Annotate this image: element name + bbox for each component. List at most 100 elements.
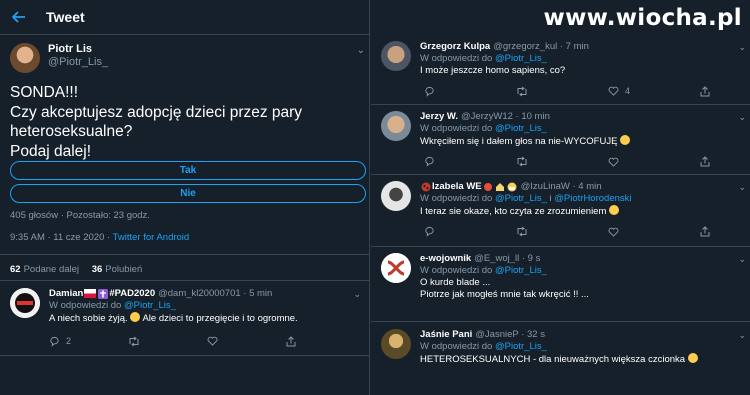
reply-action[interactable]	[424, 156, 516, 167]
reply-text-part: A niech sobie żyją.	[49, 313, 128, 324]
divider	[371, 174, 750, 175]
likes-stat[interactable]: 36 Polubień	[92, 264, 143, 275]
reply-icon	[425, 86, 434, 97]
avatar[interactable]	[10, 43, 40, 73]
in-reply-label: W odpowiedzi do	[420, 53, 495, 64]
chevron-down-icon[interactable]: ⌄	[357, 45, 365, 56]
reply-icon	[50, 336, 59, 347]
chevron-down-icon[interactable]: ⌄	[738, 253, 746, 265]
reply-author-handle[interactable]: @dam_kl20000701 · 5 min	[158, 288, 272, 300]
mention-link[interactable]: @Piotr_Lis_	[495, 193, 547, 204]
reply-tweet[interactable]: Jaśnie Pani @JasnieP · 32 s ⌄ W odpowiedz…	[381, 329, 750, 366]
smiley-emoji-icon	[687, 353, 698, 363]
grimacing-emoji-icon	[609, 205, 620, 215]
author-handle[interactable]: @Piotr_Lis_	[48, 56, 108, 69]
reply-author-name[interactable]: Damian	[49, 288, 83, 300]
like-icon	[207, 336, 218, 346]
reply-tweet[interactable]: Grzegorz Kulpa @grzegorz_kul · 7 min ⌄ W …	[381, 41, 750, 97]
chevron-down-icon[interactable]: ⌄	[738, 329, 746, 341]
reply-text: Piotrze jak mogłeś mnie tak wkręcić !! .…	[420, 289, 589, 300]
mention-link[interactable]: @Piotr_Lis_	[124, 300, 176, 311]
tweet-author: Piotr Lis @Piotr_Lis_ ⌄	[10, 43, 365, 73]
reply-text-part: Wkręciłem się i dałem głos na nie-WYCOFU…	[420, 136, 618, 147]
reply-icon	[425, 226, 434, 237]
reply-author-name[interactable]: Izabela WE	[432, 181, 482, 193]
reply-author-handle[interactable]: @IzuLinaW · 4 min	[521, 181, 602, 193]
poll-option-nie[interactable]: Nie	[10, 184, 366, 203]
top-bar: Tweet	[0, 0, 370, 35]
smiley-emoji-icon	[130, 312, 141, 322]
chevron-down-icon[interactable]: ⌄	[353, 288, 361, 300]
tweet-text: SONDA!!! Czy akceptujesz adopcję dzieci …	[10, 84, 303, 160]
in-reply-label: W odpowiedzi do	[420, 265, 495, 276]
tweet-client-link[interactable]: Twitter for Android	[113, 232, 190, 243]
reply-author-handle[interactable]: @E_woj_ll · 9 s	[474, 253, 540, 265]
main-tweet-column: Tweet Piotr Lis @Piotr_Lis_ ⌄ SONDA!!! C…	[0, 0, 370, 395]
chevron-down-icon[interactable]: ⌄	[738, 111, 746, 123]
avatar[interactable]	[381, 41, 411, 71]
retweet-icon	[517, 226, 527, 237]
reply-author-handle[interactable]: @grzegorz_kul · 7 min	[493, 41, 589, 53]
like-action[interactable]	[608, 157, 700, 167]
poll-option-tak[interactable]: Tak	[10, 161, 366, 180]
like-icon	[608, 157, 619, 167]
retweet-action[interactable]	[516, 226, 608, 237]
avatar[interactable]	[381, 181, 411, 211]
mention-link[interactable]: @Piotr_Lis_	[495, 53, 547, 64]
reply-action[interactable]	[424, 226, 516, 237]
mention-link[interactable]: @PiotrHorodenski	[554, 193, 631, 204]
in-reply-to: W odpowiedzi do @Piotr_Lis_	[420, 341, 750, 353]
share-action[interactable]	[700, 226, 740, 237]
reply-author-name[interactable]: Grzegorz Kulpa	[420, 41, 490, 53]
like-action[interactable]: 4	[608, 85, 700, 97]
reply-tweet[interactable]: e-wojownik @E_woj_ll · 9 s ⌄ W odpowiedzi…	[381, 253, 750, 301]
share-action[interactable]	[700, 85, 740, 97]
reply-icon	[425, 156, 434, 167]
reply-tweet[interactable]: Jerzy W. @JerzyW12 · 10 min ⌄ W odpowiedz…	[381, 111, 750, 167]
reply-text-part: I teraz sie okaze, kto czyta ze zrozumie…	[420, 206, 607, 217]
reply-action[interactable]: 2	[49, 335, 128, 347]
like-icon	[608, 86, 619, 96]
virus-icon	[483, 182, 493, 192]
reply-text: I teraz sie okaze, kto czyta ze zrozumie…	[420, 205, 750, 218]
reply-author-name[interactable]: Jerzy W.	[420, 111, 458, 123]
reply-author-handle[interactable]: @JasnieP · 32 s	[475, 329, 545, 341]
reply-tweet[interactable]: Damian #PAD2020 @dam_kl20000701 · 5 min …	[10, 288, 365, 347]
reply-action[interactable]	[424, 86, 516, 97]
reply-author-handle[interactable]: @JerzyW12 · 10 min	[461, 111, 550, 123]
chevron-down-icon[interactable]: ⌄	[738, 41, 746, 53]
like-action[interactable]	[207, 336, 286, 346]
retweet-action[interactable]	[516, 156, 608, 167]
ladybug-icon	[421, 182, 431, 192]
tweet-time: 9:35 AM · 11 cze 2020 ·	[10, 232, 113, 243]
divider	[371, 104, 750, 105]
tweet-page: Tweet Piotr Lis @Piotr_Lis_ ⌄ SONDA!!! C…	[0, 0, 750, 395]
in-reply-to: W odpowiedzi do @Piotr_Lis_	[420, 53, 750, 65]
chevron-down-icon[interactable]: ⌄	[738, 181, 746, 193]
retweet-action[interactable]	[516, 86, 608, 97]
in-reply-to: W odpowiedzi do @Piotr_Lis_	[420, 123, 750, 135]
laughing-emoji-icon	[620, 135, 631, 145]
reply-author-name[interactable]: Jaśnie Pani	[420, 329, 472, 341]
divider	[0, 280, 370, 281]
avatar[interactable]	[381, 111, 411, 141]
avatar[interactable]	[381, 329, 411, 359]
retweets-count: 62	[10, 264, 21, 275]
back-arrow-icon[interactable]	[4, 0, 34, 35]
reply-text: A niech sobie żyją. Ale dzieci to przegi…	[49, 312, 365, 325]
retweets-stat[interactable]: 62 Podane dalej	[10, 264, 79, 275]
retweet-action[interactable]	[128, 336, 207, 347]
like-action[interactable]	[608, 227, 700, 237]
avatar[interactable]	[10, 288, 40, 318]
reply-text-part: HETEROSEKSUALNYCH - dla nieuważnych więk…	[420, 354, 686, 365]
reply-tweet[interactable]: Izabela WE @IzuLinaW · 4 min ⌄ W odpowie…	[381, 181, 750, 237]
avatar[interactable]	[381, 253, 411, 283]
reply-author-name[interactable]: e-wojownik	[420, 253, 471, 265]
share-action[interactable]	[700, 156, 740, 167]
mention-link[interactable]: @Piotr_Lis_	[495, 123, 547, 134]
divider	[371, 321, 750, 322]
mention-link[interactable]: @Piotr_Lis_	[495, 265, 547, 276]
share-action[interactable]	[286, 335, 365, 347]
mention-link[interactable]: @Piotr_Lis_	[495, 341, 547, 352]
author-name[interactable]: Piotr Lis	[48, 43, 108, 56]
